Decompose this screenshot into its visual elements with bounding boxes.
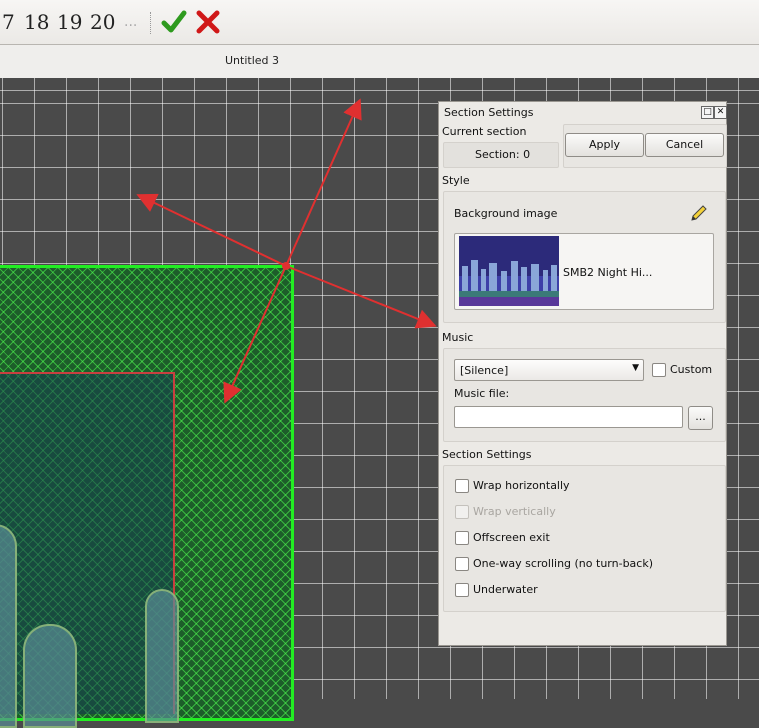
section-settings-dialog: Section Settings □ ✕ Current section Sec… — [438, 101, 727, 646]
wrap-horizontally-checkbox[interactable] — [455, 479, 469, 493]
page-number-18[interactable]: 18 — [24, 10, 49, 34]
background-name: SMB2 Night Hi... — [563, 266, 653, 279]
custom-music-checkbox[interactable] — [652, 363, 666, 377]
toolbar: 7 18 19 20 ... — [0, 0, 759, 45]
current-section-label: Current section — [442, 125, 527, 138]
chevron-down-icon: ▼ — [632, 363, 639, 373]
wrap-vertically-label: Wrap vertically — [473, 505, 556, 518]
page-number-20[interactable]: 20 — [90, 10, 115, 34]
document-tab-bar: Untitled 3 — [0, 45, 759, 79]
music-select[interactable]: [Silence] ▼ — [454, 359, 644, 381]
pencil-icon[interactable] — [689, 203, 709, 226]
wrap-vertically-checkbox — [455, 505, 469, 519]
page-number-7[interactable]: 7 — [2, 10, 15, 34]
float-icon[interactable]: □ — [701, 106, 714, 119]
background-thumbnail — [459, 236, 559, 306]
dialog-title: Section Settings — [444, 106, 534, 119]
background-image-label: Background image — [454, 207, 558, 220]
offscreen-exit-checkbox[interactable] — [455, 531, 469, 545]
more-pages[interactable]: ... — [124, 14, 137, 30]
underwater-label: Underwater — [473, 583, 538, 596]
checkmark-icon[interactable] — [160, 8, 188, 36]
custom-music-label: Custom — [670, 363, 713, 376]
music-select-value: [Silence] — [460, 364, 509, 377]
one-way-scrolling-checkbox[interactable] — [455, 557, 469, 571]
section-number: Section: 0 — [475, 148, 531, 161]
style-label: Style — [442, 174, 470, 187]
music-file-input[interactable] — [454, 406, 683, 428]
browse-music-button[interactable]: ... — [688, 406, 713, 430]
underwater-checkbox[interactable] — [455, 583, 469, 597]
cross-icon[interactable] — [194, 8, 222, 36]
page-number-19[interactable]: 19 — [57, 10, 82, 34]
current-section-box: Section: 0 — [443, 142, 559, 168]
music-file-label: Music file: — [454, 387, 510, 400]
one-way-scrolling-label: One-way scrolling (no turn-back) — [473, 557, 653, 570]
background-select[interactable]: SMB2 Night Hi... — [454, 233, 714, 310]
offscreen-exit-label: Offscreen exit — [473, 531, 550, 544]
toolbar-separator — [150, 12, 153, 34]
music-label: Music — [442, 331, 474, 344]
close-icon[interactable]: ✕ — [714, 106, 727, 119]
section-settings-label: Section Settings — [442, 448, 532, 461]
wrap-horizontally-label: Wrap horizontally — [473, 479, 570, 492]
cancel-button[interactable]: Cancel — [645, 133, 724, 157]
tab-untitled-3[interactable]: Untitled 3 — [225, 54, 279, 67]
apply-button[interactable]: Apply — [565, 133, 644, 157]
